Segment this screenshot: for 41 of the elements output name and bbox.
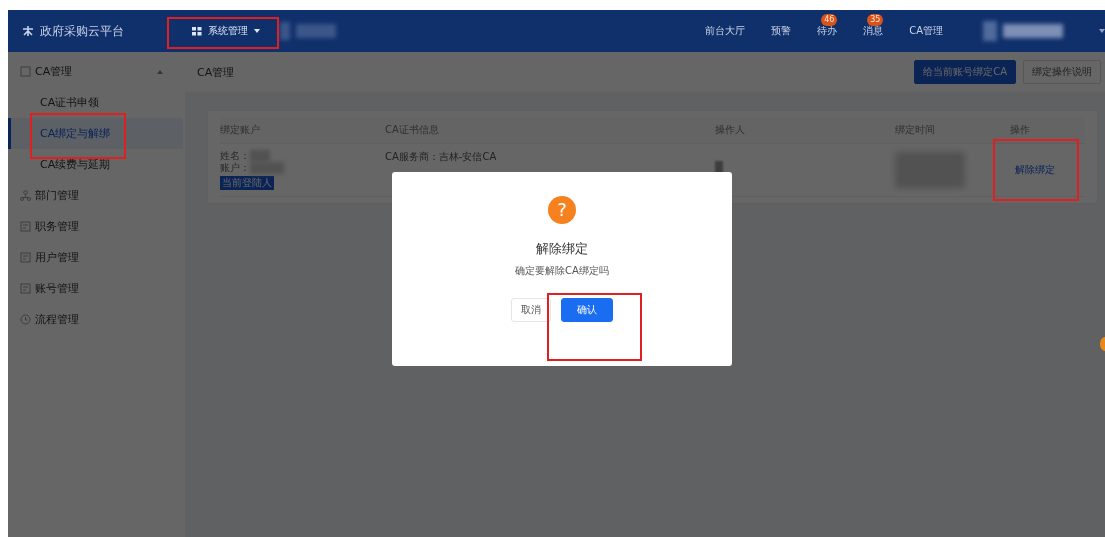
sidebar-item[interactable]: CA绑定与解绑 (8, 118, 183, 149)
breadcrumb: CA管理 (197, 64, 236, 80)
sidebar-item[interactable]: CA管理 (8, 56, 183, 87)
system-menu[interactable]: 系统管理 (186, 20, 266, 42)
unbind-link[interactable]: 解除绑定 (1015, 163, 1055, 177)
document-icon (20, 221, 31, 232)
org-chart-icon (20, 190, 31, 201)
clock-icon (20, 314, 31, 325)
nav-link[interactable]: 前台大厅 (705, 25, 746, 36)
count-badge: 46 (821, 14, 838, 26)
dialog-message: 确定要解除CA绑定吗 (515, 264, 609, 278)
sidebar-item[interactable]: 职务管理 (8, 211, 183, 242)
confirm-button[interactable]: 确认 (561, 298, 613, 322)
sidebar-item[interactable]: 账号管理 (8, 273, 183, 304)
redacted-block (280, 22, 290, 40)
question-icon: ? (548, 196, 576, 224)
sidebar-item[interactable]: CA证书申领 (8, 87, 183, 118)
nav-link[interactable]: 消息 (863, 25, 884, 36)
toolbar-button[interactable]: 给当前账号绑定CA (914, 60, 1016, 84)
user-tag: 当前登陆人 (220, 176, 274, 190)
document-icon (20, 252, 31, 263)
nav-link[interactable]: CA管理 (909, 25, 943, 36)
caret-icon (1099, 29, 1105, 33)
grid-icon (192, 26, 202, 36)
sidebar-item[interactable]: CA续费与延期 (8, 149, 183, 180)
logo-icon (22, 25, 34, 37)
caret-icon (254, 29, 260, 33)
redacted-block (1003, 24, 1063, 38)
sidebar-item[interactable]: 部门管理 (8, 180, 183, 211)
sidebar-item[interactable]: 流程管理 (8, 304, 183, 335)
cancel-button[interactable]: 取消 (511, 298, 551, 322)
dialog-title: 解除绑定 (536, 240, 588, 258)
document-icon (20, 66, 31, 77)
platform-title: 政府采购云平台 (40, 22, 124, 40)
count-badge: 35 (867, 14, 884, 26)
document-icon (20, 283, 31, 294)
nav-link[interactable]: 待办 (817, 25, 838, 36)
sidebar-item[interactable]: 用户管理 (8, 242, 183, 273)
nav-link[interactable]: 预警 (771, 25, 792, 36)
redacted-block (983, 21, 997, 41)
redacted-block (296, 24, 336, 38)
